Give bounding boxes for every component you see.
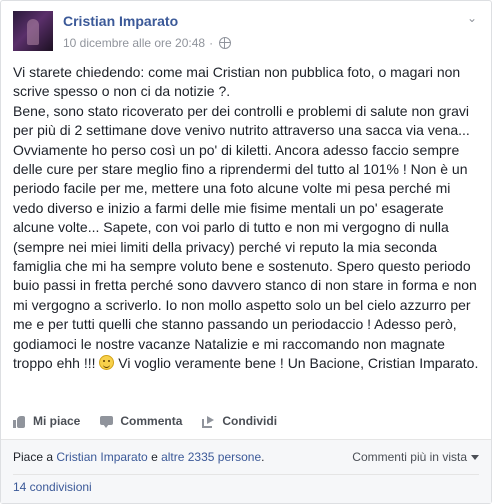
smile-emoji-icon [99,355,115,371]
post-footer: Piace a Cristian Imparato e altre 2335 p… [1,439,491,503]
post-body: Vi starete chiedendo: come mai Cristian … [13,63,481,374]
globe-icon[interactable] [219,37,232,49]
share-label: Condividi [222,414,278,428]
post-text-part-2: Vi voglio veramente bene ! Un Bacione, C… [114,355,479,372]
likes-prefix: Piace a [13,450,57,464]
likes-suffix: . [261,450,265,464]
action-bar: Mi piace Commenta Condividi [13,407,277,435]
comment-icon [100,415,114,428]
likes-user-link[interactable]: Cristian Imparato [56,450,147,464]
author-name[interactable]: Cristian Imparato [63,13,178,29]
chevron-down-icon[interactable]: ⌄ [465,12,479,24]
likes-summary: Piace a Cristian Imparato e altre 2335 p… [13,450,265,464]
share-button[interactable]: Condividi [202,414,277,428]
thumbs-up-icon [13,415,27,428]
post-text-part-1: Vi starete chiedendo: come mai Cristian … [13,64,477,372]
caret-down-icon [471,454,479,460]
comment-button[interactable]: Commenta [100,414,182,428]
comments-sort-dropdown[interactable]: Commenti più in vista [352,450,479,464]
divider [13,474,479,475]
post-meta: 10 dicembre alle ore 20:48 · [63,36,232,50]
likes-row: Piace a Cristian Imparato e altre 2335 p… [13,448,479,466]
likes-others-link[interactable]: altre 2335 persone [161,450,261,464]
timestamp[interactable]: 10 dicembre alle ore 20:48 [63,36,205,50]
like-label: Mi piace [33,414,81,428]
avatar[interactable] [13,11,53,51]
avatar-figure [27,19,39,45]
post-card: Cristian Imparato 10 dicembre alle ore 2… [0,0,492,504]
share-icon [202,415,216,428]
likes-middle: e [147,450,162,464]
comments-sort-label: Commenti più in vista [352,450,467,464]
meta-separator: · [209,36,214,50]
comment-label: Commenta [120,414,183,428]
post-header: Cristian Imparato 10 dicembre alle ore 2… [13,11,479,55]
like-button[interactable]: Mi piace [13,414,80,428]
shares-count-link[interactable]: 14 condivisioni [13,480,92,494]
